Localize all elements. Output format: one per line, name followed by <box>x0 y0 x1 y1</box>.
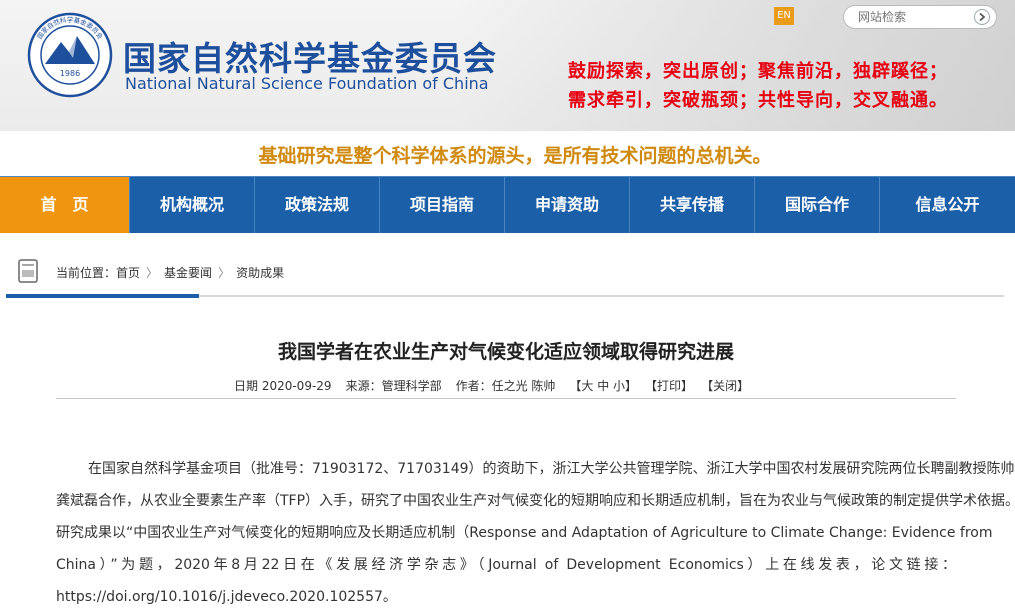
tagline: 基础研究是整个科学体系的源头，是所有技术问题的总机关。 <box>258 145 772 167</box>
breadcrumb-separator: 〉 <box>146 266 159 280</box>
breadcrumb-separator: 〉 <box>218 266 231 280</box>
document-icon <box>18 259 38 283</box>
search-input[interactable] <box>858 7 973 27</box>
slogan-line-1: 鼓励探索，突出原创；聚焦前沿，独辟蹊径； <box>568 61 948 82</box>
english-version-button[interactable]: EN <box>774 7 794 25</box>
search-icon[interactable] <box>974 9 990 25</box>
site-header: 1986 国家自然科学基金委员会 国家自然科学基金委员会 National Na… <box>0 0 1015 131</box>
nav-item-home[interactable]: 首 页 <box>0 177 130 233</box>
font-size-control[interactable]: 【大 中 小】 <box>569 379 637 393</box>
nav-item-about[interactable]: 机构概况 <box>130 177 255 233</box>
nav-item-guide[interactable]: 项目指南 <box>380 177 505 233</box>
org-name-en: National Natural Science Foundation of C… <box>125 74 489 93</box>
print-button[interactable]: 【打印】 <box>651 379 693 393</box>
article-link[interactable]: https://doi.org/10.1016/j.jdeveco.2020.1… <box>56 586 397 606</box>
nsfc-logo[interactable]: 1986 国家自然科学基金委员会 <box>27 12 113 98</box>
org-name-cn: 国家自然科学基金委员会 <box>123 39 497 78</box>
breadcrumb-prefix: 当前位置： <box>56 266 117 280</box>
breadcrumb-home[interactable]: 首页 <box>116 266 140 280</box>
article-meta: 日期 2020-09-29 来源：管理科学部 作者：任之光 陈帅 【大 中 小】 【打印… <box>234 377 763 394</box>
nav-item-share[interactable]: 共享传播 <box>630 177 755 233</box>
breadcrumb-divider-accent <box>6 294 199 298</box>
breadcrumb-current[interactable]: 资助成果 <box>236 266 284 280</box>
article-paragraph-line: 研究成果以“中国农业生产对气候变化的短期响应及长期适应机制（Response a… <box>56 525 993 541</box>
slogan-line-2: 需求牵引，突破瓶颈；共性导向，交叉融通。 <box>568 90 948 111</box>
article-paragraph-line: China）”为题，2020年8月22日在《发展经济学杂志》（Journal o… <box>56 557 956 573</box>
breadcrumb-news[interactable]: 基金要闻 <box>164 266 212 280</box>
meta-divider <box>56 398 956 399</box>
main-nav: 首 页 机构概况 政策法规 项目指南 申请资助 共享传播 国际合作 信息公开 <box>0 176 1015 233</box>
svg-text:1986: 1986 <box>60 69 80 78</box>
article-paragraph-line: 在国家自然科学基金项目（批准号：71903172、71703149）的资助下，浙… <box>88 461 1015 477</box>
nav-item-international[interactable]: 国际合作 <box>755 177 880 233</box>
nav-item-policy[interactable]: 政策法规 <box>255 177 380 233</box>
article-date: 日期 2020-09-29 <box>234 379 332 393</box>
article-title: 我国学者在农业生产对气候变化适应领域取得研究进展 <box>277 341 734 363</box>
search-box <box>843 5 997 29</box>
nav-item-disclosure[interactable]: 信息公开 <box>880 177 1015 233</box>
close-button[interactable]: 【关闭】 <box>707 379 749 393</box>
article-source: 来源：管理科学部 <box>345 379 442 393</box>
breadcrumb: 当前位置：首页〉基金要闻〉资助成果 <box>56 264 284 281</box>
article-author: 作者：任之光 陈帅 <box>455 379 556 393</box>
nav-item-apply[interactable]: 申请资助 <box>505 177 630 233</box>
article-paragraph-line: 龚斌磊合作，从农业全要素生产率（TFP）入手，研究了中国农业生产对气候变化的短期… <box>56 493 1015 509</box>
